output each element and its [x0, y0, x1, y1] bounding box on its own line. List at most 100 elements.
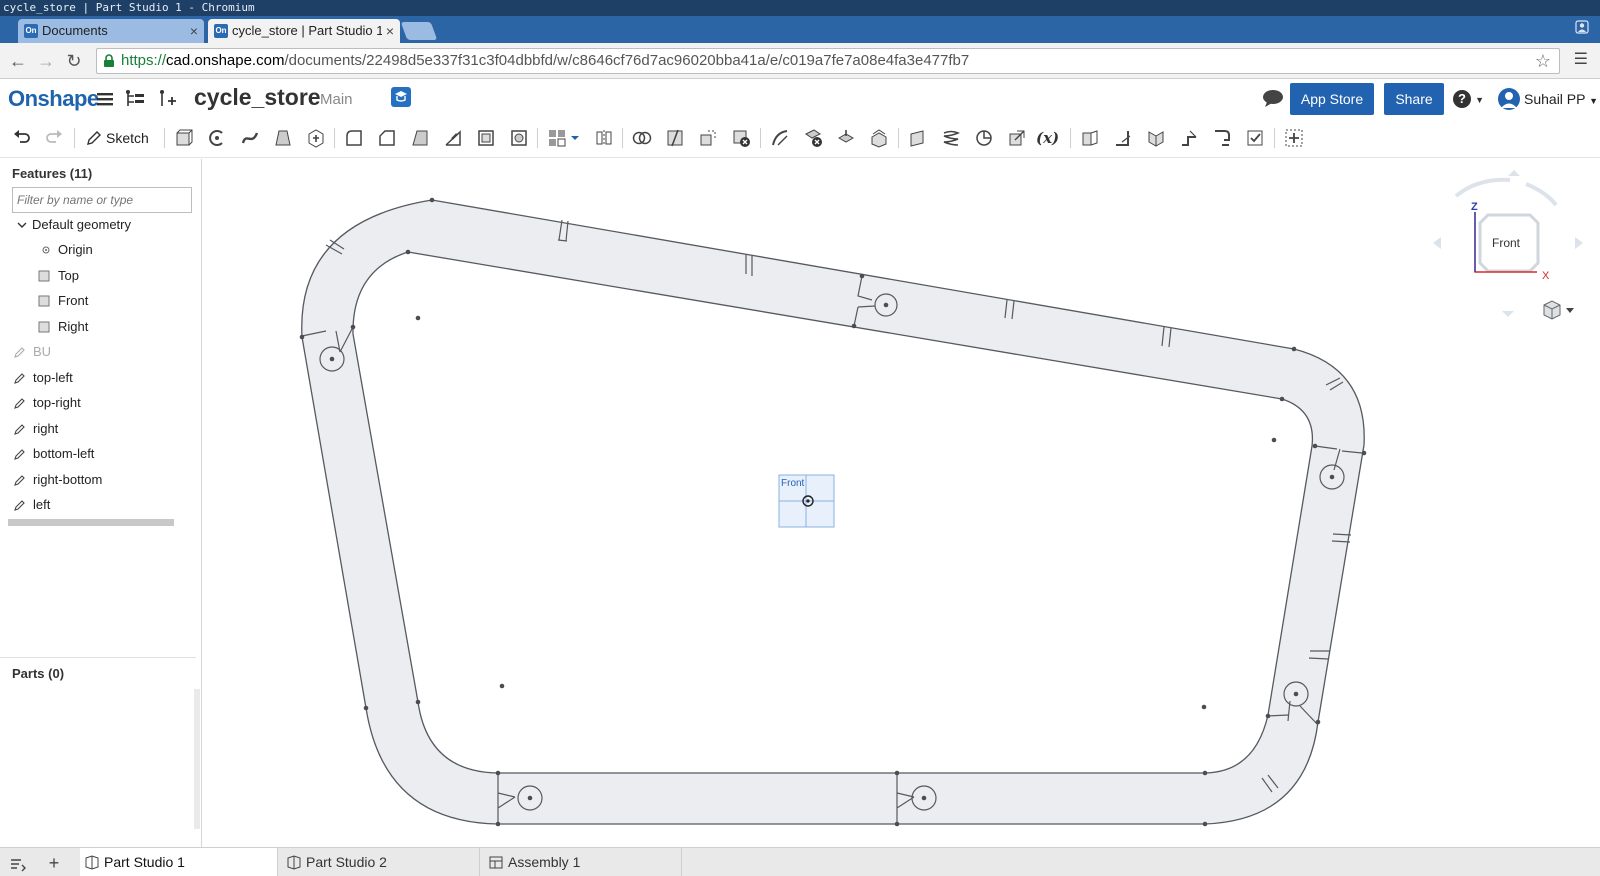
feature-tree-toggle-icon[interactable] [124, 86, 146, 112]
tree-item-sketch-bu[interactable]: BU [0, 340, 196, 364]
extrude-icon[interactable] [174, 128, 194, 148]
tree-item-label: left [33, 497, 51, 512]
sheet-metal-icon[interactable] [1080, 128, 1100, 148]
app-store-button[interactable]: App Store [1290, 83, 1374, 115]
rib-icon[interactable] [443, 128, 463, 148]
chevron-down-icon[interactable] [569, 128, 581, 148]
derived-icon[interactable] [1007, 128, 1027, 148]
tree-item-default-geometry[interactable]: Default geometry [0, 213, 196, 237]
document-title[interactable]: cycle_store [194, 84, 321, 111]
plane-icon[interactable] [908, 128, 928, 148]
pencil-icon [14, 424, 25, 435]
share-button[interactable]: Share [1384, 83, 1444, 115]
flange-icon[interactable] [1113, 128, 1133, 148]
tree-item-sketch-left[interactable]: left [0, 493, 196, 517]
helix-icon[interactable] [941, 128, 961, 148]
chamfer-icon[interactable] [377, 128, 397, 148]
corner-icon[interactable] [1146, 128, 1166, 148]
mate-connector-icon[interactable] [974, 128, 994, 148]
joint-icon[interactable] [1179, 128, 1199, 148]
parts-scrollbar[interactable] [194, 689, 200, 829]
branch-label[interactable]: Main [320, 91, 353, 108]
tab-part-studio-1[interactable]: Part Studio 1 [80, 848, 278, 876]
tree-item-sketch-right[interactable]: right [0, 417, 196, 441]
shell-icon[interactable] [476, 128, 496, 148]
delete-part-icon[interactable] [731, 128, 751, 148]
tree-item-label: top-left [33, 370, 73, 385]
tree-item-front-plane[interactable]: Front [0, 289, 196, 313]
onshape-logo[interactable]: Onshape [8, 86, 99, 112]
tree-item-sketch-bottom-left[interactable]: bottom-left [0, 442, 196, 466]
comments-icon[interactable] [1262, 88, 1284, 108]
bookmark-star-icon[interactable]: ☆ [1535, 49, 1551, 73]
draft-icon[interactable] [410, 128, 430, 148]
url-host: cad.onshape.com [166, 52, 285, 69]
insert-feature-icon[interactable] [156, 86, 178, 112]
graphics-viewport[interactable]: Front Front Z X [202, 159, 1600, 847]
new-tab-button[interactable] [400, 22, 438, 40]
pattern-icon[interactable] [547, 128, 567, 148]
pencil-icon [14, 449, 25, 460]
transform-icon[interactable] [698, 128, 718, 148]
add-custom-feature-icon[interactable] [1284, 128, 1304, 148]
toolbar-divider [1070, 128, 1071, 148]
reload-icon[interactable]: ↻ [64, 51, 84, 71]
toolbar-divider [622, 128, 623, 148]
tab-label: Documents [42, 23, 108, 38]
feature-list-panel: Features (11) Default geometry Origin To… [0, 159, 202, 847]
browser-tab-documents[interactable]: On Documents × [18, 19, 204, 43]
redo-icon[interactable] [44, 128, 64, 148]
boolean-icon[interactable] [632, 128, 652, 148]
finish-sheet-metal-icon[interactable] [1245, 128, 1265, 148]
move-face-icon[interactable] [836, 128, 856, 148]
sweep-icon[interactable] [240, 128, 260, 148]
browser-menu-icon[interactable]: ☰ [1574, 51, 1588, 69]
user-menu-button[interactable]: Suhail PP ▼ [1498, 86, 1598, 112]
mirror-icon[interactable] [594, 128, 614, 148]
learning-center-icon[interactable] [391, 87, 411, 107]
close-tab-icon[interactable]: × [381, 19, 394, 43]
loft-icon[interactable] [273, 128, 293, 148]
view-options-icon[interactable] [1543, 300, 1574, 320]
help-menu-button[interactable]: ? ▼ [1453, 88, 1489, 110]
thicken-icon[interactable] [306, 128, 326, 148]
variable-icon[interactable]: (x) [1036, 128, 1066, 148]
add-tab-icon[interactable]: + [44, 853, 64, 873]
tree-item-origin[interactable]: Origin [0, 238, 196, 262]
modify-fillet-icon[interactable] [770, 128, 790, 148]
back-arrow-icon[interactable]: ← [8, 51, 28, 71]
toolbar-divider [74, 128, 75, 148]
tree-item-sketch-top-right[interactable]: top-right [0, 391, 196, 415]
revolve-icon[interactable] [207, 128, 227, 148]
pencil-icon [87, 131, 101, 145]
tree-item-sketch-right-bottom[interactable]: right-bottom [0, 468, 196, 492]
browser-profile-icon[interactable] [1574, 20, 1590, 36]
address-bar[interactable]: https://cad.onshape.com/documents/22498d… [96, 48, 1560, 74]
split-icon[interactable] [665, 128, 685, 148]
tab-assembly-1[interactable]: Assembly 1 [484, 848, 682, 876]
forward-arrow-icon[interactable]: → [36, 51, 56, 71]
onshape-favicon-icon: On [24, 24, 38, 38]
bend-relief-icon[interactable] [1212, 128, 1232, 148]
chevron-down-icon[interactable] [16, 219, 28, 231]
tab-list-icon[interactable] [8, 853, 28, 873]
feature-filter-input[interactable] [12, 187, 192, 213]
close-tab-icon[interactable]: × [190, 19, 198, 43]
sketch-button[interactable]: Sketch [86, 127, 149, 149]
hole-icon[interactable] [509, 128, 529, 148]
fillet-icon[interactable] [344, 128, 364, 148]
axis-z-label: Z [1471, 201, 1478, 213]
tab-part-studio-2[interactable]: Part Studio 2 [282, 848, 480, 876]
feature-list-scrollbar[interactable] [8, 519, 174, 526]
undo-icon[interactable] [12, 128, 32, 148]
tree-item-top-plane[interactable]: Top [0, 264, 196, 288]
tree-item-right-plane[interactable]: Right [0, 315, 196, 339]
pencil-icon [14, 475, 25, 486]
browser-tab-part-studio[interactable]: On cycle_store | Part Studio 1 × [208, 19, 400, 43]
parts-title[interactable]: Parts (0) [0, 657, 196, 689]
tree-item-sketch-top-left[interactable]: top-left [0, 366, 196, 390]
delete-face-icon[interactable] [803, 128, 823, 148]
screen: cycle_store | Part Studio 1 - Chromium O… [0, 0, 1600, 876]
replace-face-icon[interactable] [869, 128, 889, 148]
hamburger-menu-icon[interactable] [96, 86, 114, 112]
